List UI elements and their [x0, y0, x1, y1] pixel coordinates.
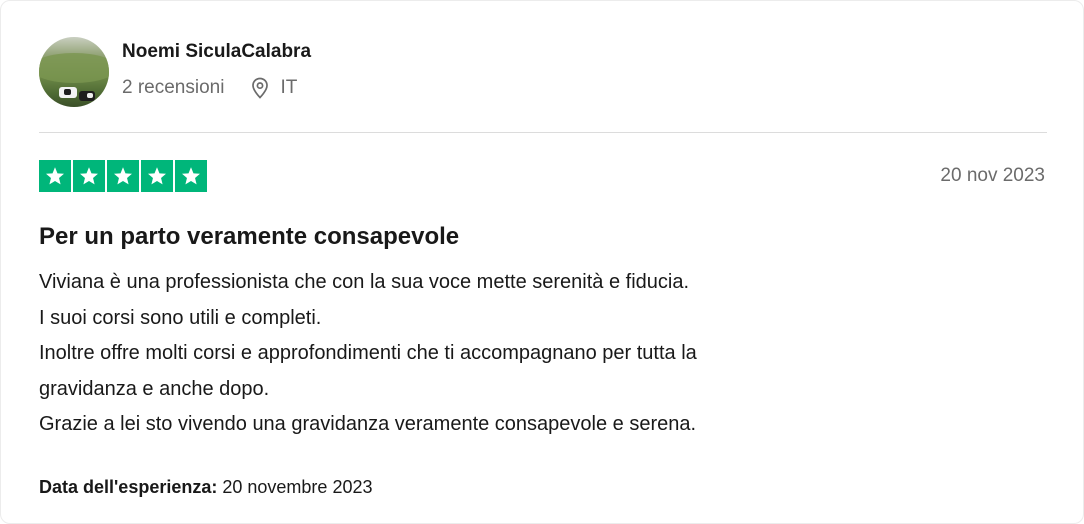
star-icon: [175, 160, 207, 192]
reviewer-header: Noemi SiculaCalabra 2 recensioni IT: [39, 37, 311, 109]
reviewer-meta: 2 recensioni IT: [122, 76, 311, 100]
reviews-count: 2 recensioni: [122, 77, 225, 98]
star-icon: [141, 160, 173, 192]
review-body-line: Inoltre offre molti corsi e approfondime…: [39, 342, 697, 364]
star-rating: [39, 160, 207, 192]
location-pin-icon: [252, 77, 269, 99]
review-body-line: Viviana è una professionista che con la …: [39, 271, 690, 293]
reviewer-country: IT: [280, 77, 298, 98]
reviewer-name[interactable]: Noemi SiculaCalabra: [122, 40, 311, 64]
reviewer-info: Noemi SiculaCalabra 2 recensioni IT: [122, 37, 311, 100]
review-title[interactable]: Per un parto veramente consapevole: [39, 222, 459, 252]
experience-value: 20 novembre 2023: [222, 477, 373, 497]
star-icon: [39, 160, 71, 192]
experience-date: Data dell'esperienza: 20 novembre 2023: [39, 475, 372, 499]
review-body-line: I suoi corsi sono utili e completi.: [39, 306, 322, 329]
reviewer-location: IT: [250, 76, 297, 100]
review-body: Viviana è una professionista che con la …: [39, 265, 1039, 443]
star-icon: [107, 160, 139, 192]
divider: [39, 132, 1047, 133]
review-body-line: Grazie a lei sto vivendo una gravidanza …: [39, 413, 697, 435]
experience-label: Data dell'esperienza:: [39, 477, 218, 497]
star-icon: [73, 160, 105, 192]
avatar[interactable]: [39, 37, 109, 107]
review-body-line: gravidanza e anche dopo.: [39, 377, 270, 400]
review-card: Noemi SiculaCalabra 2 recensioni IT 20 n…: [0, 0, 1084, 524]
review-date: 20 nov 2023: [940, 165, 1045, 186]
